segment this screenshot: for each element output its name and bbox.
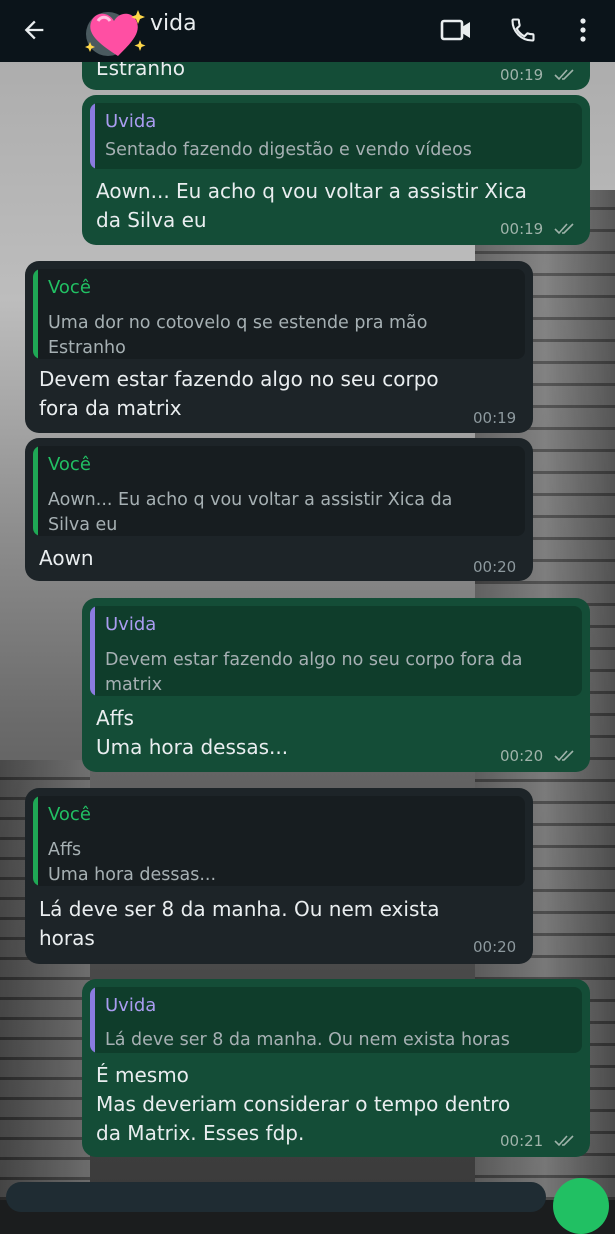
message-text: Affs Uma hora dessas... xyxy=(96,706,289,759)
contact-name[interactable]: vida xyxy=(150,11,197,36)
message-text: Aown... Eu acho q vou voltar a assistir … xyxy=(96,179,527,232)
quote-author: Uvida xyxy=(105,111,157,132)
double-check-icon xyxy=(554,1135,574,1147)
quoted-message[interactable]: Uvida Lá deve ser 8 da manha. Ou nem exi… xyxy=(90,987,582,1053)
quote-author: Uvida xyxy=(105,614,157,635)
quote-bar xyxy=(90,103,95,169)
message-time: 00:19 xyxy=(473,409,517,427)
message-bubble-outgoing[interactable]: Uvida Devem estar fazendo algo no seu co… xyxy=(82,598,590,772)
quote-bar xyxy=(33,446,38,536)
quoted-message[interactable]: Você Uma dor no cotovelo q se estende pr… xyxy=(33,269,525,359)
message-bubble-incoming[interactable]: Você Aown... Eu acho q vou voltar a assi… xyxy=(25,438,533,581)
double-check-icon xyxy=(554,69,574,81)
quote-text: Devem estar fazendo algo no seu corpo fo… xyxy=(105,650,523,695)
quote-author: Você xyxy=(48,454,91,475)
double-check-icon xyxy=(554,750,574,762)
quote-author: Você xyxy=(48,804,91,825)
quoted-message[interactable]: Uvida Sentado fazendo digestão e vendo v… xyxy=(90,103,582,169)
message-composer xyxy=(0,1178,615,1234)
quoted-message[interactable]: Você Aown... Eu acho q vou voltar a assi… xyxy=(33,446,525,536)
video-camera-icon[interactable] xyxy=(436,10,476,50)
arrow-left-icon[interactable] xyxy=(14,10,54,50)
quote-bar xyxy=(90,606,95,696)
message-text: Lá deve ser 8 da manha. Ou nem exista ho… xyxy=(39,897,440,950)
message-time: 00:19 xyxy=(500,66,544,84)
mic-icon[interactable] xyxy=(553,1178,609,1234)
quote-text: Uma dor no cotovelo q se estende pra mão… xyxy=(48,313,428,358)
message-time: 00:20 xyxy=(473,558,517,576)
message-time: 00:21 xyxy=(500,1132,544,1150)
message-bubble-outgoing[interactable]: Uvida Sentado fazendo digestão e vendo v… xyxy=(82,95,590,245)
message-text: Devem estar fazendo algo no seu corpo fo… xyxy=(39,367,439,420)
message-time: 00:20 xyxy=(500,747,544,765)
message-time: 00:19 xyxy=(500,220,544,238)
message-bubble-outgoing[interactable]: Uvida Lá deve ser 8 da manha. Ou nem exi… xyxy=(82,979,590,1157)
message-input[interactable] xyxy=(6,1182,546,1212)
message-bubble-incoming[interactable]: Você Affs Uma hora dessas... Lá deve ser… xyxy=(25,788,533,964)
quote-text: Lá deve ser 8 da manha. Ou nem exista ho… xyxy=(105,1030,510,1050)
sparkling-hearts-icon[interactable] xyxy=(78,4,150,60)
phone-icon[interactable] xyxy=(503,10,543,50)
quoted-message[interactable]: Uvida Devem estar fazendo algo no seu co… xyxy=(90,606,582,696)
quote-bar xyxy=(90,987,95,1053)
quote-bar xyxy=(33,269,38,359)
quote-bar xyxy=(33,796,38,886)
more-vertical-icon[interactable] xyxy=(563,10,603,50)
quote-author: Uvida xyxy=(105,995,157,1016)
message-time: 00:20 xyxy=(473,938,517,956)
quote-text: Affs Uma hora dessas... xyxy=(48,840,217,885)
quote-text: Sentado fazendo digestão e vendo vídeos xyxy=(105,140,472,160)
quote-author: Você xyxy=(48,277,91,298)
quote-text: Aown... Eu acho q vou voltar a assistir … xyxy=(48,490,453,535)
message-text: Aown xyxy=(39,546,94,570)
message-text: É mesmo Mas deveriam considerar o tempo … xyxy=(96,1063,511,1145)
chat-header: vida xyxy=(0,0,615,62)
message-bubble-incoming[interactable]: Você Uma dor no cotovelo q se estende pr… xyxy=(25,261,533,433)
quoted-message[interactable]: Você Affs Uma hora dessas... xyxy=(33,796,525,886)
double-check-icon xyxy=(554,223,574,235)
